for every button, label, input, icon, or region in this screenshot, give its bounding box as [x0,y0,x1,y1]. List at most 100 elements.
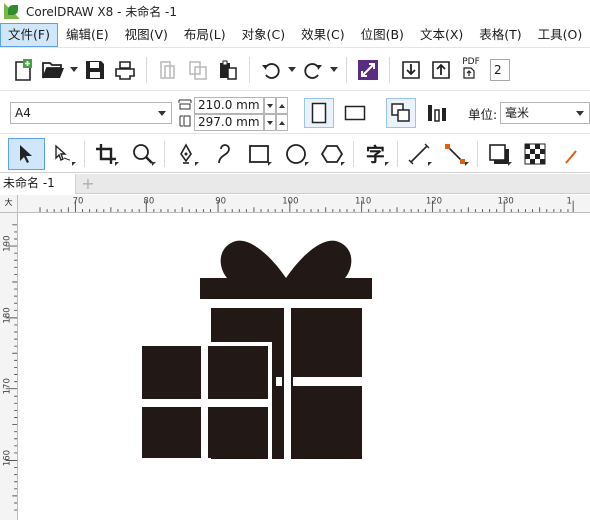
gift-boxes-artwork[interactable] [19,214,590,520]
redo-dropdown[interactable] [328,55,340,85]
connector-tool[interactable] [437,138,473,170]
pick-tool-icon [20,144,33,163]
copy-button[interactable] [183,55,213,85]
portrait-button[interactable] [304,98,334,128]
width-spinner-up[interactable] [276,97,288,114]
search-content-icon [358,59,378,80]
paper-size-select[interactable]: A4 [10,102,172,124]
ruler-tick-label: 190 [2,236,12,252]
ruler-tick-label: 170 [2,378,12,394]
search-content-button[interactable] [353,55,383,85]
freehand-tool-icon [180,142,193,164]
save-button[interactable] [80,55,110,85]
gift-bow-right-loop [286,240,352,278]
current-page-button[interactable] [422,98,452,128]
flyout-indicator-icon [384,161,389,166]
small-box-frame-top [142,342,272,346]
landscape-button[interactable] [340,98,370,128]
vertical-ruler[interactable]: 190 180 170 160 [0,213,18,520]
connector-tool-icon [445,143,466,164]
import-button[interactable] [396,55,426,85]
height-icon [179,115,191,127]
chevron-down-icon [267,104,273,108]
export-button[interactable] [426,55,456,85]
rectangle-tool-icon [249,144,269,163]
horizontal-ruler[interactable]: 70 80 90 100 110 120 130 1 [18,195,590,213]
toolbox-divider [353,140,355,167]
flyout-indicator-icon [268,161,273,166]
menu-tools[interactable]: 工具(O) [530,23,590,47]
width-icon [178,99,192,110]
chevron-down-icon [576,111,584,116]
menu-table[interactable]: 表格(T) [471,23,529,47]
document-tab[interactable]: 未命名 -1 [0,174,76,194]
drawing-canvas[interactable] [19,214,590,520]
ruler-tick-label: 110 [355,197,371,207]
page-width-field[interactable]: 210.0 mm [194,97,264,114]
polygon-tool[interactable] [314,138,350,170]
freehand-tool[interactable] [168,138,204,170]
current-page-icon [428,105,446,122]
ruler-tick-label: 70 [73,197,84,207]
shape-tool[interactable] [45,138,81,170]
toolbox-divider [163,140,165,167]
cut-button[interactable] [153,55,183,85]
import-icon [402,60,420,79]
print-icon [115,60,135,80]
height-spinner-down[interactable] [264,114,276,131]
ruler-tick-label: 80 [143,197,154,207]
ellipse-tool[interactable] [277,138,313,170]
chevron-up-icon [279,104,285,108]
chevron-down-icon [288,66,296,72]
ruler-tick-label: 100 [282,197,298,207]
ruler-origin[interactable]: 大 [0,195,18,213]
menu-bitmaps[interactable]: 位图(B) [353,23,412,47]
property-bar: A4 210.0 mm 297.0 mm 单位: 毫米 [0,92,590,134]
menu-file[interactable]: 文件(F) [0,22,58,47]
publish-pdf-button[interactable]: PDF [456,55,486,85]
crop-tool[interactable] [88,138,124,170]
height-spinner-up[interactable] [276,114,288,131]
units-select[interactable]: 毫米 [500,102,590,124]
open-button[interactable] [38,55,68,85]
units-label: 单位: [468,107,498,122]
coreldraw-logo-icon [4,3,20,19]
window-title: CorelDRAW X8 - 未命名 -1 [26,4,178,19]
toolbox-divider [84,140,85,167]
paste-button[interactable] [213,55,243,85]
gift-lid [200,278,372,299]
artistic-media-tool[interactable] [204,138,240,170]
zoom-tool[interactable] [124,138,160,170]
all-pages-button[interactable] [386,98,416,128]
eyedropper-tool[interactable] [553,138,589,170]
rectangle-tool[interactable] [241,138,277,170]
toolbar-divider [249,56,250,83]
page-height-field[interactable]: 297.0 mm [194,114,264,131]
menu-layout[interactable]: 布局(L) [176,23,234,47]
export-icon [432,60,450,79]
menu-edit[interactable]: 编辑(E) [58,23,117,47]
pick-tool[interactable] [8,137,45,170]
menu-text[interactable]: 文本(X) [412,23,471,47]
undo-dropdown[interactable] [286,55,298,85]
menu-view[interactable]: 视图(V) [117,23,176,47]
open-dropdown[interactable] [68,55,80,85]
transparency-tool[interactable] [517,138,553,170]
zoom-level-field[interactable]: 2 [490,58,510,81]
chevron-down-icon [158,111,166,116]
text-tool[interactable]: 字 [357,138,393,170]
publish-pdf-icon: PDF [462,57,480,82]
print-button[interactable] [110,55,140,85]
redo-button[interactable] [298,55,328,85]
menu-effects[interactable]: 效果(C) [293,23,352,47]
width-spinner-down[interactable] [264,97,276,114]
new-document-button[interactable] [8,55,38,85]
small-box-frame-right [268,342,272,459]
chevron-down-icon [70,66,78,72]
undo-button[interactable] [256,55,286,85]
copy-icon [189,60,207,80]
dimension-tool[interactable] [401,138,437,170]
menu-object[interactable]: 对象(C) [234,23,293,47]
drop-shadow-tool[interactable] [480,138,516,170]
add-tab-icon[interactable]: + [80,176,96,192]
